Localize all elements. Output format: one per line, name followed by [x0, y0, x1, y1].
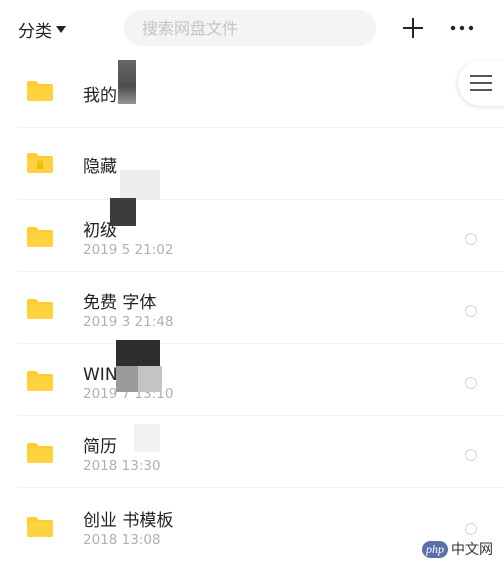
- file-row[interactable]: 我的: [0, 56, 504, 128]
- category-dropdown[interactable]: 分类: [18, 16, 66, 42]
- file-name: 免费 字体: [83, 293, 157, 313]
- select-radio[interactable]: [465, 233, 477, 245]
- file-meta: 2019 5 21:02: [83, 242, 174, 258]
- file-name: 隐藏: [83, 157, 117, 177]
- file-meta: 2019 3 21:48: [83, 314, 174, 330]
- plus-icon: [403, 18, 423, 38]
- folder-icon: [27, 81, 53, 101]
- watermark-text: 中文网: [451, 542, 493, 558]
- folder-icon: [27, 299, 53, 319]
- search-box[interactable]: [124, 10, 376, 46]
- folder-icon: [27, 443, 53, 463]
- select-radio[interactable]: [465, 377, 477, 389]
- netdisk-screen: 分类 搜索网盘文件 我的 隐藏 初级 2019 5 21:02 免费 字体 20…: [0, 0, 504, 562]
- file-meta: 2018 13:08: [83, 532, 161, 548]
- search-input[interactable]: [124, 17, 374, 39]
- list-view-toggle[interactable]: [458, 60, 504, 106]
- file-name: 我的: [83, 86, 117, 106]
- file-name: WIN 活: [83, 365, 140, 385]
- file-row[interactable]: 初级 2019 5 21:02: [0, 200, 504, 272]
- select-radio[interactable]: [465, 523, 477, 535]
- list-view-icon: [470, 75, 492, 91]
- add-button[interactable]: [399, 14, 427, 42]
- top-bar: 分类: [0, 0, 504, 56]
- file-name: 初级: [83, 221, 117, 241]
- private-folder-icon: [27, 153, 53, 173]
- file-meta: 2019 7 13:10: [83, 386, 174, 402]
- category-label: 分类: [18, 21, 52, 42]
- folder-icon: [27, 371, 53, 391]
- file-row[interactable]: 免费 字体 2019 3 21:48: [0, 272, 504, 344]
- file-name: 简历: [83, 437, 117, 457]
- watermark-logo: php: [422, 540, 448, 558]
- more-button[interactable]: [448, 14, 476, 42]
- file-meta: 2018 13:30: [83, 458, 161, 474]
- select-radio[interactable]: [465, 305, 477, 317]
- folder-icon: [27, 517, 53, 537]
- file-row[interactable]: 简历 2018 13:30: [0, 416, 504, 488]
- more-dots-icon: [450, 25, 474, 31]
- file-row[interactable]: 隐藏: [0, 128, 504, 200]
- file-row[interactable]: WIN 活 2019 7 13:10: [0, 344, 504, 416]
- select-radio[interactable]: [465, 449, 477, 461]
- caret-down-icon: [56, 25, 66, 33]
- folder-icon: [27, 227, 53, 247]
- file-name: 创业 书模板: [83, 511, 174, 531]
- watermark: php 中文网: [422, 538, 493, 560]
